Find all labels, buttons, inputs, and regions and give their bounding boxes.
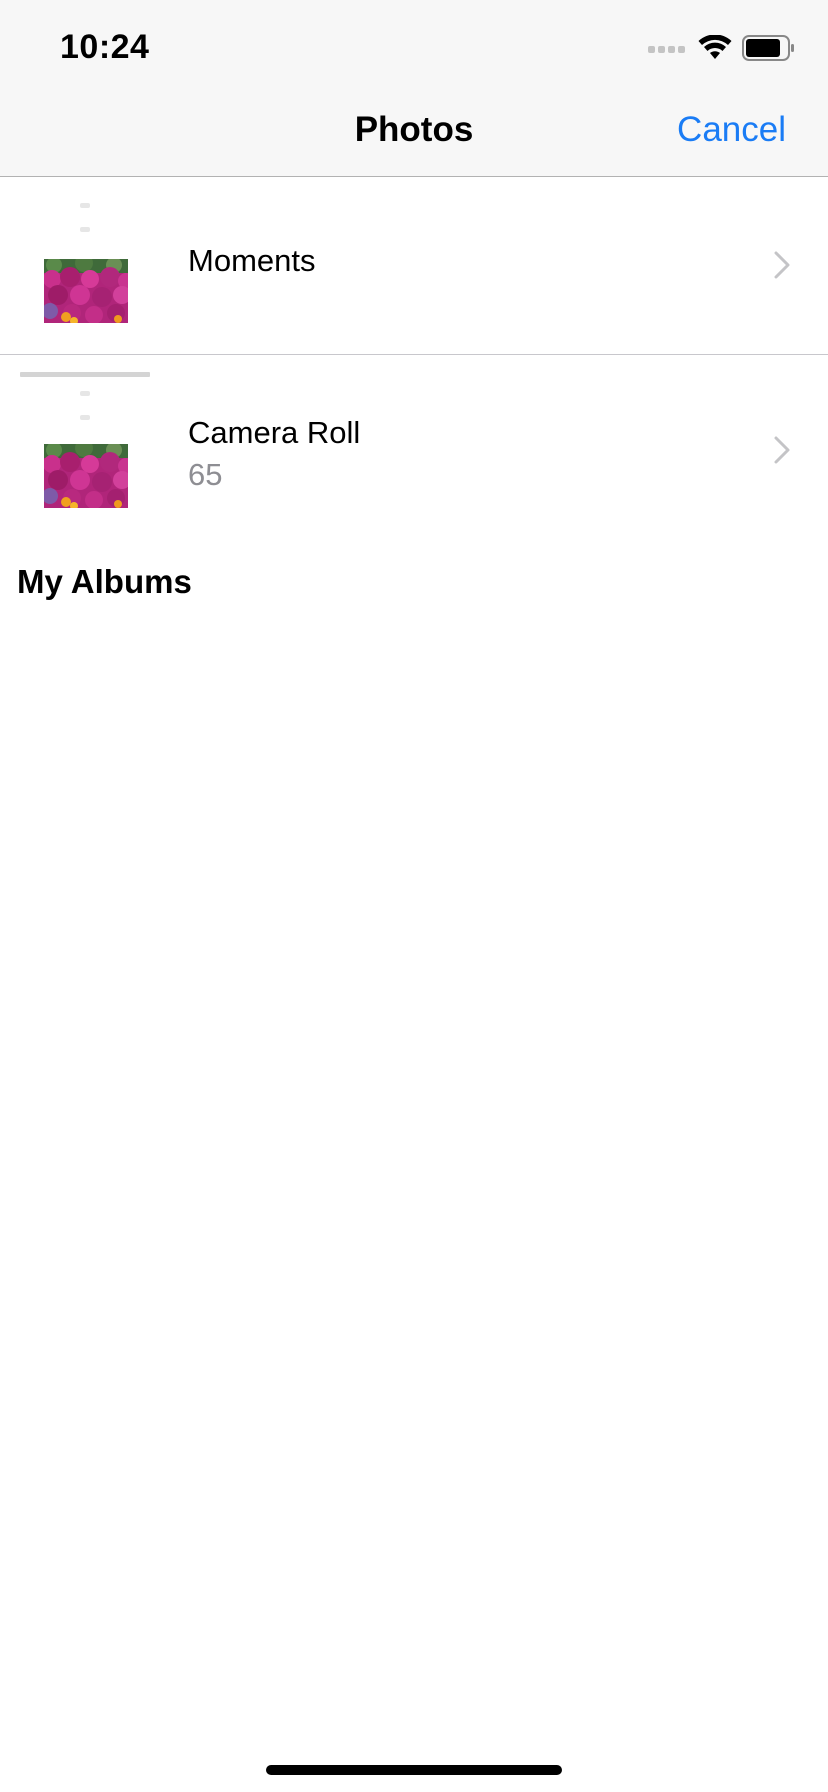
thumbnail-ghost xyxy=(80,415,90,420)
section-heading-my-albums: My Albums xyxy=(17,563,192,600)
signal-icon xyxy=(648,41,688,59)
battery-icon xyxy=(742,34,796,66)
cancel-button[interactable]: Cancel xyxy=(677,110,786,150)
flower-photo-thumbnail xyxy=(44,259,128,323)
status-time: 10:24 xyxy=(60,28,150,66)
top-bar: 10:24 Photos Cancel xyxy=(0,0,828,177)
thumbnail-ghost xyxy=(80,203,90,208)
thumbnail-stack-edge xyxy=(20,372,150,377)
album-title: Camera Roll xyxy=(188,415,361,450)
album-thumbnail xyxy=(18,372,152,524)
album-row-moments[interactable]: Moments xyxy=(0,177,828,354)
thumbnail-ghost xyxy=(80,227,90,232)
wifi-icon xyxy=(698,33,732,66)
album-thumbnail xyxy=(18,197,152,342)
thumbnail-ghost xyxy=(80,391,90,396)
chevron-right-icon xyxy=(772,435,792,465)
home-indicator[interactable] xyxy=(266,1765,562,1775)
album-photo-count: 65 xyxy=(188,457,223,492)
album-title: Moments xyxy=(188,243,316,278)
album-row-camera-roll[interactable]: Camera Roll 65 xyxy=(0,355,828,535)
flower-photo-thumbnail xyxy=(44,444,128,508)
status-icons xyxy=(648,33,796,66)
chevron-right-icon xyxy=(772,250,792,280)
